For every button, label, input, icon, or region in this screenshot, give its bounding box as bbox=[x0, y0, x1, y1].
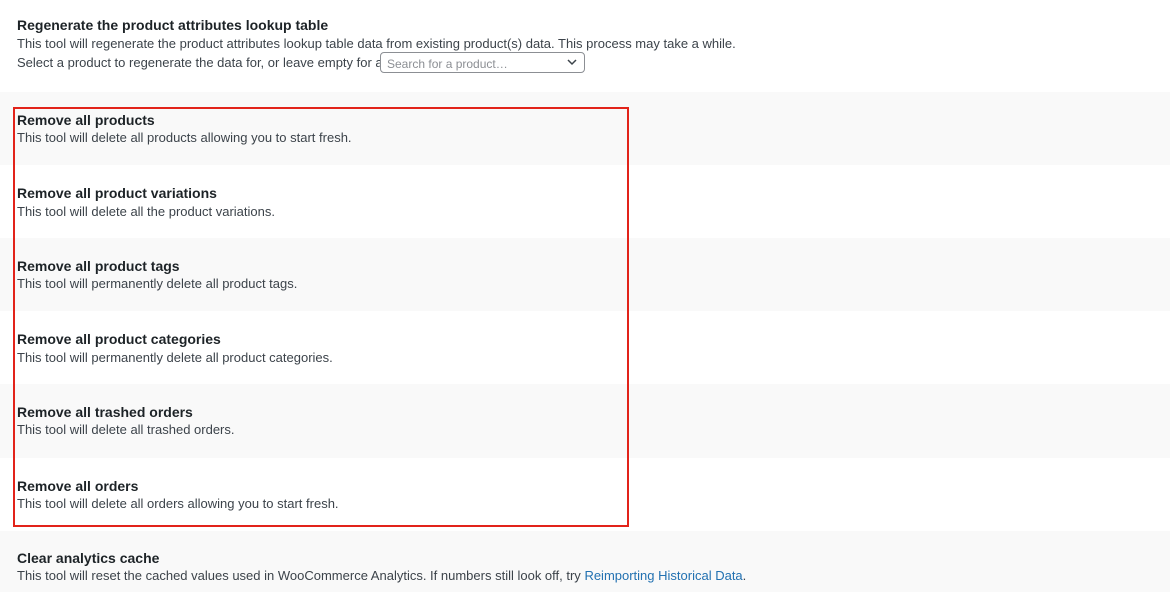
tool-row-clear-analytics-cache: Clear analytics cache This tool will res… bbox=[0, 531, 1170, 592]
tool-title: Remove all product variations bbox=[17, 185, 217, 201]
tool-row-remove-variations: Remove all product variations This tool … bbox=[0, 165, 1170, 238]
tool-description: This tool will permanently delete all pr… bbox=[17, 350, 333, 365]
tool-description: This tool will regenerate the product at… bbox=[17, 36, 736, 51]
tool-description: This tool will delete all the product va… bbox=[17, 204, 275, 219]
product-search-select[interactable]: Search for a product… bbox=[380, 52, 585, 73]
tool-title: Remove all orders bbox=[17, 478, 139, 494]
tool-description: This tool will reset the cached values u… bbox=[17, 568, 746, 583]
tool-row-remove-tags: Remove all product tags This tool will p… bbox=[0, 238, 1170, 311]
tool-title: Remove all product categories bbox=[17, 331, 221, 347]
chevron-down-icon bbox=[567, 59, 577, 66]
reimporting-historical-data-link[interactable]: Reimporting Historical Data bbox=[584, 568, 742, 583]
tool-title: Clear analytics cache bbox=[17, 550, 160, 566]
tool-title: Remove all products bbox=[17, 112, 155, 128]
tool-title: Regenerate the product attributes lookup… bbox=[17, 17, 329, 33]
tools-page: Regenerate the product attributes lookup… bbox=[0, 0, 1170, 592]
tool-row-remove-products: Remove all products This tool will delet… bbox=[0, 92, 1170, 165]
analytics-description-suffix: . bbox=[742, 568, 747, 583]
tool-description: This tool will permanently delete all pr… bbox=[17, 276, 298, 291]
tool-description: This tool will delete all trashed orders… bbox=[17, 422, 235, 437]
analytics-description-text: This tool will reset the cached values u… bbox=[17, 568, 585, 583]
tool-row-remove-trashed-orders: Remove all trashed orders This tool will… bbox=[0, 384, 1170, 458]
tool-title: Remove all trashed orders bbox=[17, 404, 193, 420]
product-search-placeholder: Search for a product… bbox=[387, 57, 508, 71]
tool-description: This tool will delete all products allow… bbox=[17, 130, 352, 145]
tool-row-regenerate-lookup: Regenerate the product attributes lookup… bbox=[0, 0, 1170, 92]
tool-description: This tool will delete all orders allowin… bbox=[17, 496, 339, 511]
tool-row-remove-categories: Remove all product categories This tool … bbox=[0, 311, 1170, 384]
tool-row-remove-orders: Remove all orders This tool will delete … bbox=[0, 458, 1170, 531]
tool-title: Remove all product tags bbox=[17, 258, 180, 274]
